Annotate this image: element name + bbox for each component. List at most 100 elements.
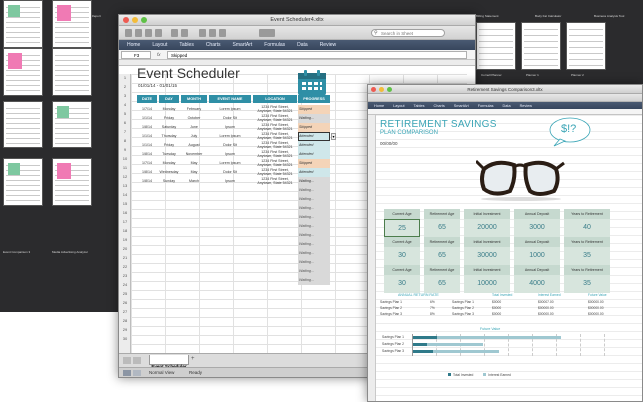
new-icon[interactable]	[125, 29, 132, 37]
cell-progress[interactable]: Waiting...	[298, 213, 330, 222]
cell-month[interactable]: February	[181, 107, 207, 111]
ribbon-tab-home[interactable]: Home	[127, 42, 140, 48]
ribbon-tab-smartart[interactable]: SmartArt	[233, 42, 253, 48]
cell-date[interactable]: 1/1/14	[137, 134, 157, 138]
cell-location[interactable]: Anytown, State 54321	[253, 172, 297, 176]
row-number[interactable]: 8	[119, 138, 131, 143]
summary-cell-name[interactable]: Savings Plan 2	[380, 306, 402, 310]
field-value[interactable]: 65	[424, 219, 460, 237]
summary-cell-future[interactable]: $00000.00	[588, 300, 604, 304]
cell-progress[interactable]: Attended	[298, 168, 330, 177]
summary-cell-rate[interactable]: 6%	[430, 300, 435, 304]
cell-progress[interactable]: Skipped	[298, 123, 330, 132]
template-thumbnail[interactable]	[3, 158, 43, 206]
cell-month[interactable]: May	[181, 161, 207, 165]
zoom-icon[interactable]	[259, 29, 275, 37]
ribbon-tab-data[interactable]: Data	[297, 42, 308, 48]
cell-month[interactable]: November	[181, 152, 207, 156]
row-number[interactable]: 27	[119, 309, 131, 314]
cell-date[interactable]: 1/8/14	[137, 170, 157, 174]
cell-day[interactable]: Friday	[159, 116, 179, 120]
row-number[interactable]: 4	[119, 102, 131, 107]
cell-location[interactable]: Anytown, State 54321	[253, 154, 297, 158]
row-number[interactable]: 18	[119, 228, 131, 233]
template-thumbnail[interactable]	[476, 22, 516, 70]
field-value[interactable]: 25	[384, 219, 420, 237]
ribbon-tab-charts[interactable]: Charts	[206, 42, 221, 48]
cell-progress[interactable]: Waiting...	[298, 249, 330, 258]
template-thumbnail[interactable]	[52, 0, 92, 48]
ribbon-tab-data[interactable]: Data	[503, 104, 511, 108]
cell-month[interactable]: March	[181, 179, 207, 183]
summary-cell-plan[interactable]: Savings Plan 3	[452, 312, 474, 316]
open-icon[interactable]	[135, 29, 142, 37]
cell-date[interactable]: 1/8/14	[137, 179, 157, 183]
ribbon-tab-review[interactable]: Review	[320, 42, 336, 48]
row-number[interactable]: 23	[119, 273, 131, 278]
ribbon-tab-tables[interactable]: Tables	[414, 104, 425, 108]
row-number[interactable]: 24	[119, 282, 131, 287]
cell-progress[interactable]: Attended	[298, 150, 330, 159]
dropdown-arrow-icon[interactable]: ▾	[331, 133, 336, 140]
print-icon[interactable]	[155, 29, 162, 37]
row-number[interactable]: 19	[119, 237, 131, 242]
cell-event[interactable]: Lorem Ipsum	[209, 107, 251, 111]
ribbon-tab-formulas[interactable]: Formulas	[478, 104, 494, 108]
summary-cell-plan[interactable]: Savings Plan 1	[452, 300, 474, 304]
cell-progress[interactable]: Waiting...	[298, 177, 330, 186]
cell-location[interactable]: Anytown, State 54321	[253, 109, 297, 113]
cell-progress[interactable]: Waiting...	[298, 240, 330, 249]
template-thumbnail[interactable]	[3, 0, 43, 48]
cell-progress[interactable]: Skipped	[298, 105, 330, 114]
row-number[interactable]: 5	[119, 111, 131, 116]
template-thumbnail[interactable]	[52, 101, 92, 148]
cell-day[interactable]: Saturday	[159, 125, 179, 129]
ribbon-tab-charts[interactable]: Charts	[434, 104, 445, 108]
row-number[interactable]: 21	[119, 255, 131, 260]
cell-progress[interactable]: Waiting...	[298, 231, 330, 240]
cell-event[interactable]: Lorem Ipsum	[209, 134, 251, 138]
row-number[interactable]: 2	[119, 84, 131, 89]
save-icon[interactable]	[145, 29, 152, 37]
row-number[interactable]: 15	[119, 201, 131, 206]
cell-event[interactable]: Dolor Sit	[209, 116, 251, 120]
name-box[interactable]: F3	[121, 51, 151, 59]
field-value[interactable]: 30000	[464, 247, 510, 265]
row-number[interactable]: 12	[119, 174, 131, 179]
nav-next-icon[interactable]	[133, 357, 141, 364]
tab-event-scheduler[interactable]: Event Scheduler	[149, 355, 189, 369]
cell-event[interactable]: Ipsum	[209, 179, 251, 183]
cell-month[interactable]: May	[181, 170, 207, 174]
row-number[interactable]: 26	[119, 300, 131, 305]
summary-cell-interest[interactable]: $00007.00	[538, 300, 554, 304]
field-value[interactable]: 10000	[464, 275, 510, 293]
nav-prev-icon[interactable]	[123, 357, 131, 364]
field-value[interactable]: 65	[424, 247, 460, 265]
cell-month[interactable]: June	[181, 125, 207, 129]
row-number[interactable]: 28	[119, 318, 131, 323]
redo-icon[interactable]	[181, 29, 188, 37]
field-value[interactable]: 30	[384, 247, 420, 265]
cell-progress[interactable]: Skipped	[298, 159, 330, 168]
row-number[interactable]: 20	[119, 246, 131, 251]
summary-cell-plan[interactable]: Savings Plan 2	[452, 306, 474, 310]
ribbon-tab-smartart[interactable]: SmartArt	[454, 104, 469, 108]
field-value[interactable]: 30	[384, 275, 420, 293]
summary-cell-rate[interactable]: 7%	[430, 306, 435, 310]
cell-date[interactable]: 1/7/14	[137, 107, 157, 111]
template-thumbnail[interactable]	[3, 101, 43, 148]
cell-month[interactable]: October	[181, 116, 207, 120]
sum-icon[interactable]	[199, 29, 206, 37]
row-number[interactable]: 17	[119, 219, 131, 224]
cell-event[interactable]: Lorem Ipsum	[209, 161, 251, 165]
row-number[interactable]: 1	[119, 75, 131, 80]
field-value[interactable]: 4000	[514, 275, 560, 293]
cell-day[interactable]: Wednesday	[159, 170, 179, 174]
cell-location[interactable]: Anytown, State 54321	[253, 127, 297, 131]
cell-progress[interactable]: Waiting...	[298, 222, 330, 231]
cell-date[interactable]: 1/8/14	[137, 152, 157, 156]
summary-cell-invested[interactable]: $0000	[492, 312, 501, 316]
cell-event[interactable]: Ipsum	[209, 152, 251, 156]
cell-progress[interactable]: Attended	[298, 141, 330, 150]
cell-date[interactable]: 1/1/14	[137, 143, 157, 147]
